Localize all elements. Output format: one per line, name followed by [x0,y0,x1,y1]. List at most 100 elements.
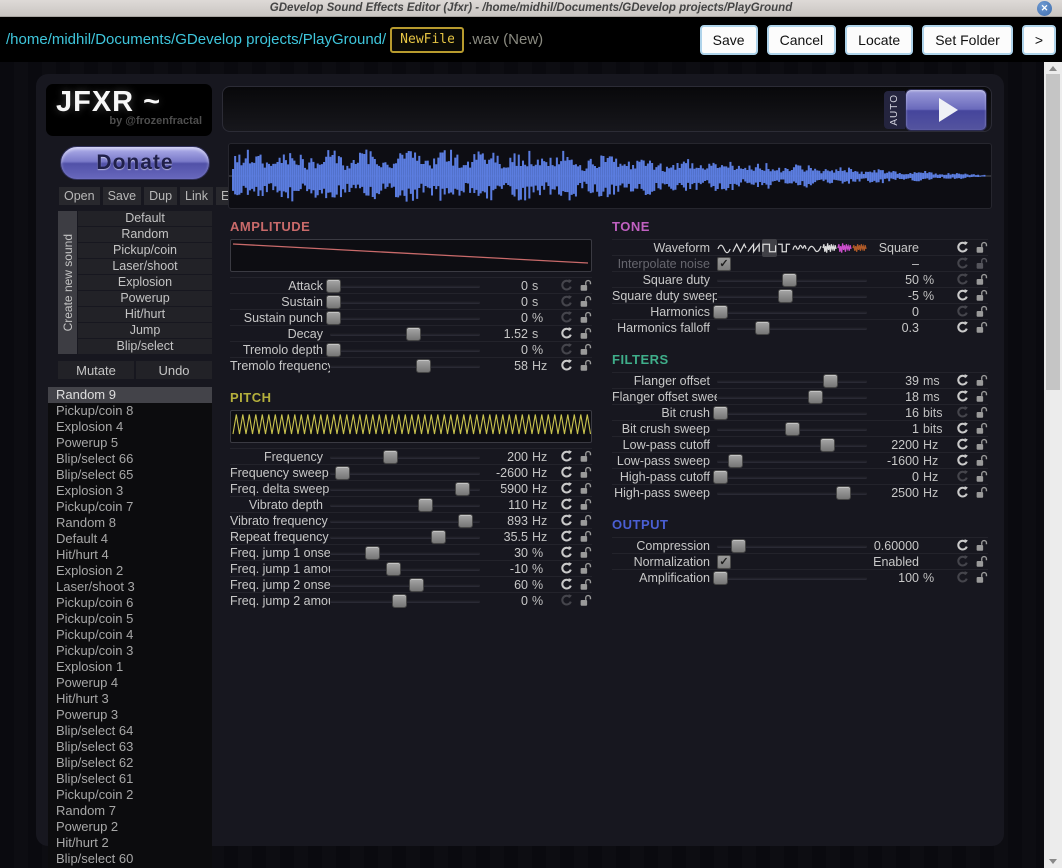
reset-icon[interactable] [956,241,969,254]
slider-handle[interactable] [731,539,746,553]
reset-icon[interactable] [956,555,969,568]
library-item[interactable]: Pickup/coin 6 [48,595,212,611]
reset-icon[interactable] [560,450,573,463]
lock-icon[interactable] [579,466,592,479]
lock-icon[interactable] [579,295,592,308]
waveform-icon-breaker[interactable] [807,239,822,257]
slider-track[interactable] [717,444,867,447]
play-button[interactable] [905,89,987,131]
lock-icon[interactable] [975,486,988,499]
slider-track[interactable] [330,472,480,475]
checkbox-normalization[interactable]: ✓ [717,555,731,569]
reset-icon[interactable] [956,305,969,318]
reset-icon[interactable] [560,530,573,543]
file-action-save[interactable]: Save [103,187,142,205]
generator-jump[interactable]: Jump [78,323,212,338]
slider-track[interactable] [330,456,480,459]
library-item[interactable]: Default 4 [48,531,212,547]
scrollbar-up-icon[interactable] [1049,66,1057,71]
reset-icon[interactable] [956,289,969,302]
reset-icon[interactable] [560,311,573,324]
slider-handle[interactable] [409,578,424,592]
waveform-icon-sine[interactable] [717,239,732,257]
lock-icon[interactable] [579,450,592,463]
slider-track[interactable] [717,412,867,415]
generator-pickup-coin[interactable]: Pickup/coin [78,243,212,258]
lock-icon[interactable] [579,327,592,340]
scrollbar-down-icon[interactable] [1049,859,1057,864]
slider-handle[interactable] [455,482,470,496]
library-item[interactable]: Powerup 5 [48,435,212,451]
slider-handle[interactable] [386,562,401,576]
slider-track[interactable] [330,349,480,352]
library-item[interactable]: Explosion 3 [48,483,212,499]
lock-icon[interactable] [579,498,592,511]
waveform-icon-sawtooth[interactable] [747,239,762,257]
lock-icon[interactable] [975,470,988,483]
slider-handle[interactable] [782,273,797,287]
auto-play-toggle[interactable]: AUTO [884,91,905,129]
library-item[interactable]: Blip/select 62 [48,755,212,771]
file-action-open[interactable]: Open [59,187,100,205]
slider-track[interactable] [330,584,480,587]
slider-handle[interactable] [820,438,835,452]
topbar-button-save[interactable]: Save [700,25,758,55]
library-item[interactable]: Blip/select 61 [48,771,212,787]
topbar-button-item[interactable]: > [1022,25,1056,55]
reset-icon[interactable] [560,594,573,607]
lock-icon[interactable] [579,514,592,527]
topbar-button-set-folder[interactable]: Set Folder [922,25,1013,55]
library-item[interactable]: Pickup/coin 8 [48,403,212,419]
reset-icon[interactable] [560,562,573,575]
library-item[interactable]: Explosion 4 [48,419,212,435]
slider-track[interactable] [717,380,867,383]
library-item[interactable]: Pickup/coin 5 [48,611,212,627]
reset-icon[interactable] [956,257,969,270]
lock-icon[interactable] [975,257,988,270]
reset-icon[interactable] [560,327,573,340]
reset-icon[interactable] [956,406,969,419]
reset-icon[interactable] [560,359,573,372]
library-item[interactable]: Explosion 2 [48,563,212,579]
slider-handle[interactable] [713,305,728,319]
donate-button[interactable]: Donate [60,146,210,180]
slider-handle[interactable] [326,295,341,309]
reset-icon[interactable] [956,454,969,467]
slider-track[interactable] [330,552,480,555]
slider-track[interactable] [330,568,480,571]
lock-icon[interactable] [579,311,592,324]
library-item[interactable]: Blip/select 66 [48,451,212,467]
filename-input[interactable] [390,27,464,53]
reset-icon[interactable] [956,438,969,451]
slider-handle[interactable] [365,546,380,560]
reset-icon[interactable] [956,321,969,334]
lock-icon[interactable] [975,289,988,302]
slider-handle[interactable] [383,450,398,464]
file-action-link[interactable]: Link [180,187,213,205]
slider-track[interactable] [330,536,480,539]
close-icon[interactable]: ✕ [1037,1,1052,16]
generator-powerup[interactable]: Powerup [78,291,212,306]
undo-button[interactable]: Undo [136,361,212,379]
reset-icon[interactable] [560,343,573,356]
library-item[interactable]: Powerup 4 [48,675,212,691]
generator-blip-select[interactable]: Blip/select [78,339,212,354]
generator-laser-shoot[interactable]: Laser/shoot [78,259,212,274]
lock-icon[interactable] [975,454,988,467]
library-item[interactable]: Powerup 2 [48,819,212,835]
lock-icon[interactable] [579,359,592,372]
library-item[interactable]: Powerup 3 [48,707,212,723]
reset-icon[interactable] [560,546,573,559]
reset-icon[interactable] [956,486,969,499]
slider-handle[interactable] [713,571,728,585]
waveform-icon-brownnoise[interactable] [852,239,867,257]
library-item[interactable]: Blip/select 65 [48,467,212,483]
library-item[interactable]: Random 9 [48,387,212,403]
lock-icon[interactable] [579,530,592,543]
lock-icon[interactable] [579,343,592,356]
mutate-button[interactable]: Mutate [58,361,134,379]
lock-icon[interactable] [975,438,988,451]
reset-icon[interactable] [956,273,969,286]
lock-icon[interactable] [579,562,592,575]
library-item[interactable]: Pickup/coin 4 [48,627,212,643]
